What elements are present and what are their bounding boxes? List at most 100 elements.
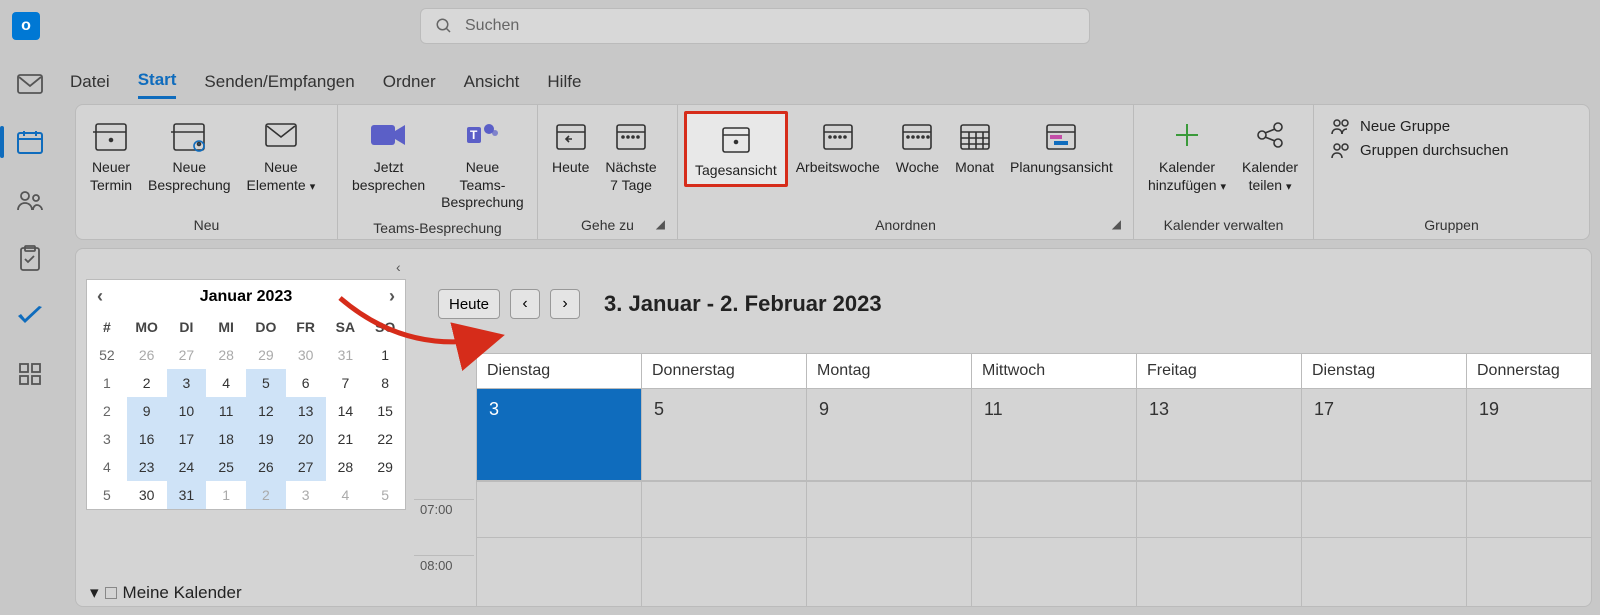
mini-cal-day[interactable]: 27	[286, 453, 326, 481]
work-week-button[interactable]: Arbeitswoche	[788, 111, 888, 181]
mini-cal-day[interactable]: 14	[326, 397, 366, 425]
mini-cal-day[interactable]: 30	[286, 341, 326, 369]
tab-send-receive[interactable]: Senden/Empfangen	[204, 72, 354, 98]
mini-cal-day[interactable]: 18	[206, 425, 246, 453]
mini-cal-day[interactable]: 2	[246, 481, 286, 509]
new-appointment-button[interactable]: Neuer Termin	[82, 111, 140, 198]
mini-cal-day[interactable]: 5	[365, 481, 405, 509]
prev-month-icon[interactable]: ‹	[97, 286, 103, 307]
calendar-icon[interactable]	[10, 126, 50, 158]
mini-cal-day[interactable]: 7	[326, 369, 366, 397]
new-teams-meeting-button[interactable]: T Neue Teams- Besprechung	[433, 111, 532, 216]
mini-cal-day[interactable]: 3	[286, 481, 326, 509]
mini-cal-day[interactable]: 26	[246, 453, 286, 481]
new-group-button[interactable]: Neue Gruppe	[1330, 117, 1508, 135]
day-view-button[interactable]: Tagesansicht	[684, 111, 788, 187]
mini-cal-day[interactable]: 12	[246, 397, 286, 425]
mini-cal-day[interactable]: 29	[246, 341, 286, 369]
people-icon[interactable]	[10, 184, 50, 216]
meet-now-button[interactable]: Jetzt besprechen	[344, 111, 433, 198]
mini-cal-day[interactable]: 1	[365, 341, 405, 369]
mini-cal-day[interactable]: 20	[286, 425, 326, 453]
share-calendar-button[interactable]: Kalender teilen▾	[1234, 111, 1306, 198]
mini-cal-day[interactable]: 3	[167, 369, 207, 397]
mini-cal-day[interactable]: 10	[167, 397, 207, 425]
calendar-content: ‹ ‹ Januar 2023 › #MODIMIDOFRSASO5226272…	[75, 248, 1592, 607]
mini-cal-day[interactable]: 5	[246, 369, 286, 397]
mini-cal-day[interactable]: 25	[206, 453, 246, 481]
mini-cal-day[interactable]: 28	[326, 453, 366, 481]
day-name: Donnerstag	[642, 354, 806, 389]
mini-cal-day[interactable]: 16	[127, 425, 167, 453]
mini-cal-day[interactable]: 27	[167, 341, 207, 369]
my-calendars-toggle[interactable]: ▾ Meine Kalender	[90, 583, 242, 603]
day-column[interactable]: Dienstag 17	[1301, 354, 1466, 606]
prev-period-button[interactable]: ‹	[510, 289, 540, 319]
tab-file[interactable]: Datei	[70, 72, 110, 98]
chevron-down-icon: ▾	[90, 583, 99, 603]
mini-calendar[interactable]: ‹ Januar 2023 › #MODIMIDOFRSASO522627282…	[86, 279, 406, 510]
goto-today-button[interactable]: Heute	[438, 289, 500, 319]
mini-cal-day[interactable]: 2	[127, 369, 167, 397]
mini-cal-day[interactable]: 31	[167, 481, 207, 509]
day-column[interactable]: Montag 9	[806, 354, 971, 606]
mini-cal-day[interactable]: 4	[326, 481, 366, 509]
day-number: 11	[972, 389, 1136, 481]
mini-cal-day[interactable]: 11	[206, 397, 246, 425]
next-month-icon[interactable]: ›	[389, 286, 395, 307]
search-input[interactable]: Suchen	[420, 8, 1090, 44]
collapse-panel-icon[interactable]: ‹	[396, 259, 401, 275]
mini-cal-day[interactable]: 17	[167, 425, 207, 453]
mini-cal-day[interactable]: 4	[206, 369, 246, 397]
mail-icon[interactable]	[10, 68, 50, 100]
group-arrange-title: Anordnen◢	[684, 213, 1127, 239]
day-number: 9	[807, 389, 971, 481]
mini-cal-day[interactable]: 13	[286, 397, 326, 425]
day-column[interactable]: Mittwoch 11	[971, 354, 1136, 606]
day-number: 13	[1137, 389, 1301, 481]
mini-cal-day[interactable]: 6	[286, 369, 326, 397]
mini-cal-day[interactable]: 22	[365, 425, 405, 453]
next-period-button[interactable]: ›	[550, 289, 580, 319]
apps-icon[interactable]	[10, 358, 50, 390]
dialog-launcher-icon[interactable]: ◢	[1112, 217, 1121, 231]
browse-groups-button[interactable]: Gruppen durchsuchen	[1330, 141, 1508, 159]
tab-folder[interactable]: Ordner	[383, 72, 436, 98]
mini-cal-day[interactable]: 19	[246, 425, 286, 453]
tasks-icon[interactable]	[10, 242, 50, 274]
dialog-launcher-icon[interactable]: ◢	[656, 217, 665, 231]
new-items-button[interactable]: Neue Elemente▾	[239, 111, 324, 198]
mini-cal-day[interactable]: 30	[127, 481, 167, 509]
week-button[interactable]: Woche	[888, 111, 947, 181]
day-column[interactable]: Donnerstag 5	[641, 354, 806, 606]
add-calendar-button[interactable]: Kalender hinzufügen▾	[1140, 111, 1234, 198]
mini-cal-day[interactable]: 8	[365, 369, 405, 397]
mini-cal-day[interactable]: 29	[365, 453, 405, 481]
day-column[interactable]: Donnerstag 19	[1466, 354, 1592, 606]
search-icon	[435, 17, 453, 35]
mini-cal-day[interactable]: 9	[127, 397, 167, 425]
tab-view[interactable]: Ansicht	[464, 72, 520, 98]
tab-help[interactable]: Hilfe	[547, 72, 581, 98]
group-teams-title: Teams-Besprechung	[344, 216, 531, 242]
day-name: Mittwoch	[972, 354, 1136, 389]
mini-cal-day[interactable]: 15	[365, 397, 405, 425]
mini-cal-day[interactable]: 23	[127, 453, 167, 481]
mini-cal-day[interactable]: 31	[326, 341, 366, 369]
schedule-view-button[interactable]: Planungsansicht	[1002, 111, 1121, 181]
next-7-days-button[interactable]: Nächste 7 Tage	[597, 111, 664, 198]
day-column[interactable]: Freitag 13	[1136, 354, 1301, 606]
new-meeting-button[interactable]: Neue Besprechung	[140, 111, 239, 198]
day-column[interactable]: Dienstag 3	[476, 354, 641, 606]
mini-cal-day[interactable]: 24	[167, 453, 207, 481]
month-button[interactable]: Monat	[947, 111, 1002, 181]
mini-cal-day[interactable]: 21	[326, 425, 366, 453]
todo-icon[interactable]	[10, 300, 50, 332]
people-plus-icon	[1330, 117, 1352, 135]
mini-cal-day[interactable]: 1	[206, 481, 246, 509]
today-button[interactable]: Heute	[544, 111, 597, 181]
mini-cal-day[interactable]: 28	[206, 341, 246, 369]
tab-start[interactable]: Start	[138, 70, 177, 99]
day-name: Donnerstag	[1467, 354, 1592, 389]
mini-cal-day[interactable]: 26	[127, 341, 167, 369]
